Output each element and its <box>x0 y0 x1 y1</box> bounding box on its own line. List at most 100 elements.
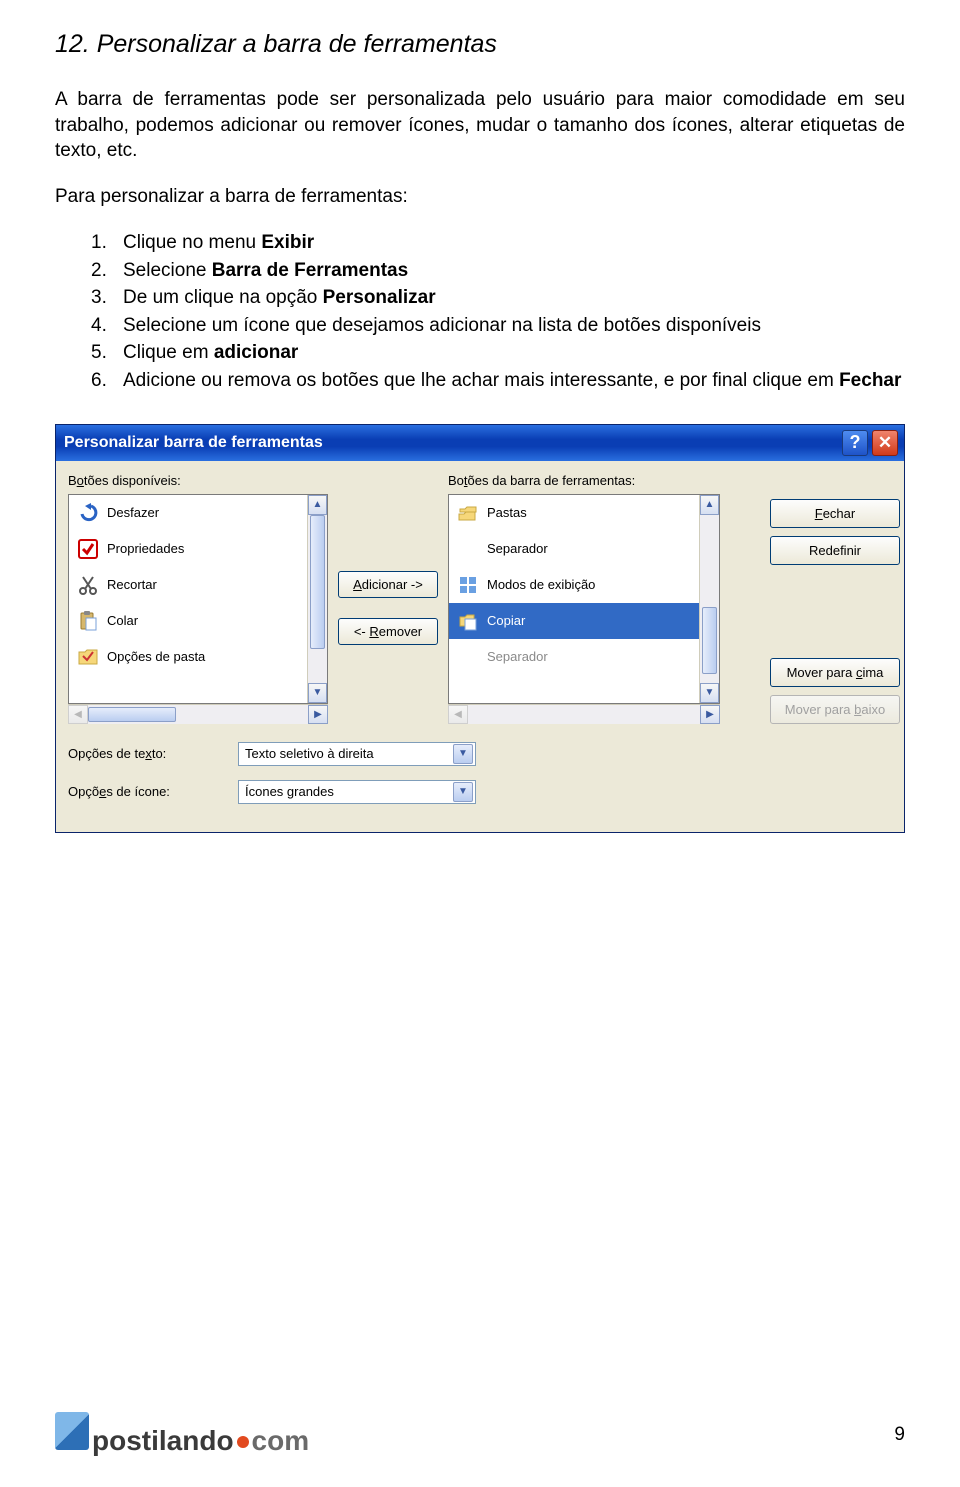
step-1: Clique no menu Exibir <box>91 230 905 256</box>
list-item[interactable]: Pastas <box>449 495 699 531</box>
toolbar-buttons-label: Botões da barra de ferramentas: <box>448 473 720 488</box>
options-section: Opções de texto: Texto seletivo à direit… <box>68 742 892 804</box>
scroll-down-button[interactable]: ▼ <box>700 683 719 703</box>
current-hscroll[interactable]: ◀ ▶ <box>448 704 720 724</box>
move-up-button[interactable]: Mover para cima <box>770 658 900 687</box>
hscroll-track[interactable] <box>88 705 308 724</box>
icon-option-label: Opções de ícone: <box>68 784 218 799</box>
step-4: Selecione um ícone que desejamos adicion… <box>91 313 905 339</box>
section-heading: 12. Personalizar a barra de ferramentas <box>55 30 905 59</box>
icon-option-row: Opções de ícone: Ícones grandes ▼ <box>68 780 892 804</box>
scroll-down-button[interactable]: ▼ <box>308 683 327 703</box>
step-5: Clique em adicionar <box>91 340 905 366</box>
brand-logo: postilando com <box>55 1412 309 1457</box>
scroll-right-button[interactable]: ▶ <box>308 705 328 724</box>
scroll-track[interactable] <box>700 515 719 683</box>
logo-badge-icon <box>55 1412 89 1450</box>
scroll-thumb[interactable] <box>702 607 717 674</box>
copy-icon <box>457 610 479 632</box>
titlebar[interactable]: Personalizar barra de ferramentas ? ✕ <box>56 425 904 461</box>
help-icon: ? <box>850 432 861 453</box>
move-down-button[interactable]: Mover para baixo <box>770 695 900 724</box>
close-window-button[interactable]: ✕ <box>872 430 898 456</box>
page-footer: postilando com 9 <box>55 1412 905 1457</box>
page-number: 9 <box>894 1424 905 1446</box>
titlebar-buttons: ? ✕ <box>842 430 898 456</box>
list-item[interactable]: Separador <box>449 531 699 567</box>
properties-icon <box>77 538 99 560</box>
transfer-buttons: Adicionar -> <- Remover <box>338 473 438 724</box>
list-item[interactable]: Opções de pasta <box>69 639 307 675</box>
side-buttons: Fechar Redefinir Mover para cima Mover p… <box>730 473 900 724</box>
list-item-label: Separador <box>487 649 548 664</box>
scroll-right-button[interactable]: ▶ <box>700 705 720 724</box>
section-title-text: Personalizar a barra de ferramentas <box>97 30 497 58</box>
text-option-label: Opções de texto: <box>68 746 218 761</box>
list-item-label: Separador <box>487 541 548 556</box>
list-item[interactable]: Propriedades <box>69 531 307 567</box>
text-option-combo[interactable]: Texto seletivo à direita ▼ <box>238 742 476 766</box>
close-icon: ✕ <box>878 433 892 453</box>
section-number: 12. <box>55 30 90 58</box>
available-listbox[interactable]: Desfazer Propriedades Recortar <box>68 494 328 704</box>
current-scrollbar[interactable]: ▲ ▼ <box>699 495 719 703</box>
scroll-thumb[interactable] <box>310 515 325 649</box>
hscroll-thumb[interactable] <box>88 707 176 722</box>
list-item-label: Pastas <box>487 505 527 520</box>
available-hscroll[interactable]: ◀ ▶ <box>68 704 328 724</box>
reset-button[interactable]: Redefinir <box>770 536 900 565</box>
help-button[interactable]: ? <box>842 430 868 456</box>
chevron-down-icon[interactable]: ▼ <box>453 782 473 802</box>
steps-intro: Para personalizar a barra de ferramentas… <box>55 186 905 208</box>
step-6: Adicione ou remova os botões que lhe ach… <box>91 368 905 394</box>
brand-name-1: postilando <box>92 1425 234 1457</box>
list-item[interactable]: Separador <box>449 639 699 675</box>
current-column: Botões da barra de ferramentas: Pastas S… <box>448 473 720 724</box>
step-2: Selecione Barra de Ferramentas <box>91 258 905 284</box>
view-modes-icon <box>457 574 479 596</box>
list-item-label: Propriedades <box>107 541 184 556</box>
scroll-up-button[interactable]: ▲ <box>700 495 719 515</box>
customize-toolbar-dialog: Personalizar barra de ferramentas ? ✕ Bo… <box>55 424 905 833</box>
chevron-down-icon[interactable]: ▼ <box>453 744 473 764</box>
paste-icon <box>77 610 99 632</box>
list-item[interactable]: Modos de exibição <box>449 567 699 603</box>
icon-option-combo[interactable]: Ícones grandes ▼ <box>238 780 476 804</box>
list-item-label: Modos de exibição <box>487 577 595 592</box>
step-3: De um clique na opção Personalizar <box>91 285 905 311</box>
folder-options-icon <box>77 646 99 668</box>
intro-paragraph: A barra de ferramentas pode ser personal… <box>55 87 905 164</box>
scroll-left-button[interactable]: ◀ <box>68 705 88 724</box>
folders-icon <box>457 502 479 524</box>
list-item-label: Opções de pasta <box>107 649 205 664</box>
list-item-label: Recortar <box>107 577 157 592</box>
scroll-left-button[interactable]: ◀ <box>448 705 468 724</box>
list-item[interactable]: Copiar <box>449 603 699 639</box>
separator-icon <box>457 646 479 668</box>
scroll-track[interactable] <box>308 515 327 683</box>
combo-value: Texto seletivo à direita <box>245 746 374 761</box>
combo-value: Ícones grandes <box>245 784 334 799</box>
available-column: Botões disponíveis: Desfazer Propriedade… <box>68 473 328 724</box>
list-item-label: Desfazer <box>107 505 159 520</box>
list-item-label: Copiar <box>487 613 525 628</box>
add-button[interactable]: Adicionar -> <box>338 571 438 598</box>
dialog-body: Botões disponíveis: Desfazer Propriedade… <box>56 461 904 832</box>
text-option-row: Opções de texto: Texto seletivo à direit… <box>68 742 892 766</box>
brand-name-2: com <box>252 1425 310 1457</box>
list-item[interactable]: Colar <box>69 603 307 639</box>
available-scrollbar[interactable]: ▲ ▼ <box>307 495 327 703</box>
list-item[interactable]: Desfazer <box>69 495 307 531</box>
hscroll-track[interactable] <box>468 705 700 724</box>
list-item-label: Colar <box>107 613 138 628</box>
brand-dot-icon <box>237 1436 249 1448</box>
scroll-up-button[interactable]: ▲ <box>308 495 327 515</box>
undo-icon <box>77 502 99 524</box>
remove-button[interactable]: <- Remover <box>338 618 438 645</box>
close-button[interactable]: Fechar <box>770 499 900 528</box>
current-list-wrap: Pastas Separador Modos de exibição <box>448 494 720 724</box>
current-listbox[interactable]: Pastas Separador Modos de exibição <box>448 494 720 704</box>
list-item[interactable]: Recortar <box>69 567 307 603</box>
steps-list: Clique no menu Exibir Selecione Barra de… <box>91 230 905 394</box>
separator-icon <box>457 538 479 560</box>
